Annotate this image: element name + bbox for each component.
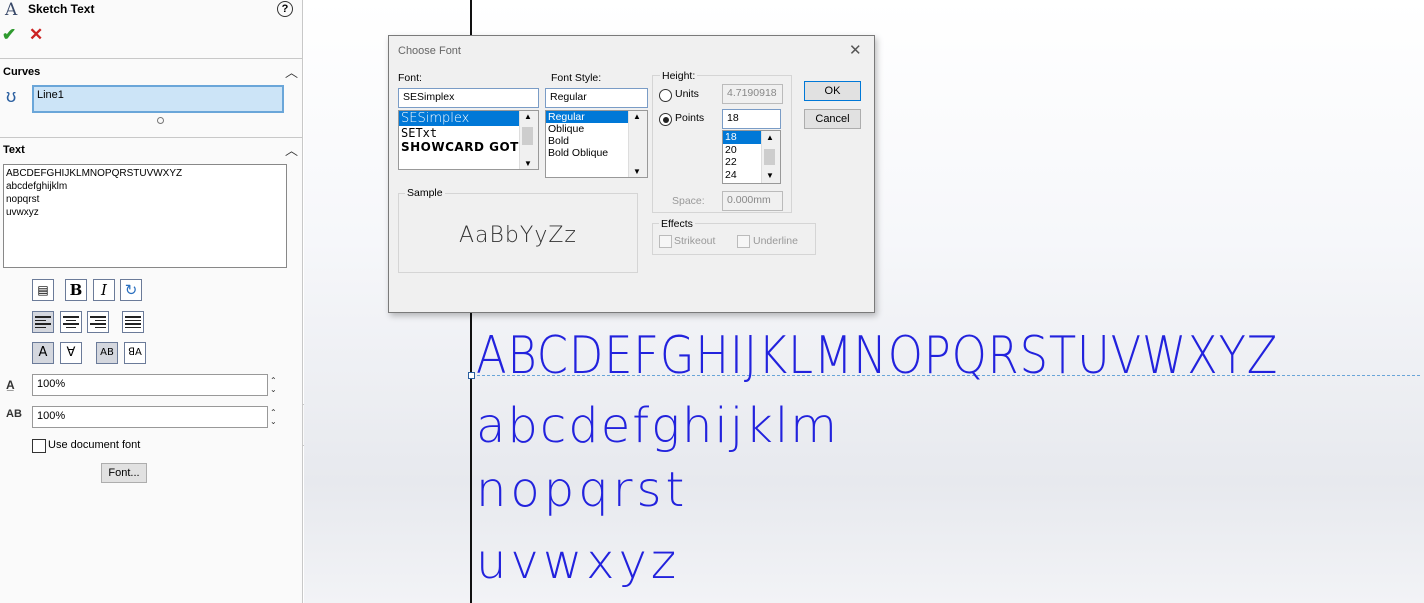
panel-title: Sketch Text bbox=[28, 2, 95, 16]
spacing-icon: AB bbox=[6, 408, 22, 420]
points-input[interactable]: 18 bbox=[722, 109, 781, 129]
choose-font-dialog: Choose Font ✕ Font: SESimplex SESimplex … bbox=[388, 35, 875, 313]
list-item[interactable]: Regular bbox=[546, 111, 628, 123]
points-list[interactable]: 18 20 22 24 ▲ ▼ bbox=[722, 130, 781, 184]
curves-selection-item[interactable]: Line1 bbox=[37, 89, 64, 101]
width-factor-stepper[interactable]: ⌃ ⌄ bbox=[270, 376, 277, 394]
width-factor-input[interactable]: 100% bbox=[32, 374, 268, 396]
flip-vertical-mirror-button[interactable]: ∀ bbox=[60, 342, 82, 364]
space-label: Space: bbox=[672, 195, 705, 207]
sample-label: Sample bbox=[405, 187, 445, 199]
justify-button[interactable] bbox=[122, 311, 144, 333]
ok-button[interactable]: OK bbox=[804, 81, 861, 101]
cancel-x-icon[interactable]: ✕ bbox=[29, 25, 43, 45]
spacing-stepper[interactable]: ⌃ ⌄ bbox=[270, 408, 277, 426]
font-list[interactable]: SESimplex SETxt SHOWCARD GOTH ▲ ▼ bbox=[398, 110, 539, 170]
close-icon[interactable]: ✕ bbox=[849, 41, 862, 59]
text-line: ABCDEFGHIJKLMNOPQRSTUVWXYZ bbox=[6, 168, 183, 179]
style-list-scrollbar[interactable]: ▲ ▼ bbox=[628, 111, 647, 177]
property-manager-panel: A Sketch Text ? ✔ ✕ Curves ︿ ʊ Line1 Tex… bbox=[0, 0, 303, 603]
use-document-font-checkbox[interactable] bbox=[32, 439, 46, 453]
underline-checkbox[interactable] bbox=[737, 235, 750, 248]
points-list-scrollbar[interactable]: ▲ ▼ bbox=[761, 131, 780, 183]
canvas-text-line[interactable]: uvwxyz bbox=[476, 534, 680, 590]
spacing-input[interactable]: 100% bbox=[32, 406, 268, 428]
line-endpoint-handle[interactable] bbox=[468, 372, 475, 379]
text-line: uvwxyz bbox=[6, 207, 39, 218]
divider bbox=[0, 58, 302, 59]
cancel-button[interactable]: Cancel bbox=[804, 109, 861, 129]
insert-link-button[interactable]: ▤ bbox=[32, 279, 54, 301]
resize-grip-icon[interactable] bbox=[157, 117, 164, 124]
bold-button[interactable]: B bbox=[65, 279, 87, 301]
curves-section-title: Curves bbox=[3, 66, 41, 78]
text-section-title: Text bbox=[3, 144, 25, 156]
strikeout-checkbox[interactable] bbox=[659, 235, 672, 248]
canvas-text-line[interactable]: abcdefghijklm bbox=[476, 398, 839, 454]
height-label: Height: bbox=[660, 70, 698, 82]
canvas-text-line[interactable]: ABCDEFGHIJKLMNOPQRSTUVWXYZ bbox=[476, 326, 1278, 386]
italic-button[interactable]: I bbox=[93, 279, 115, 301]
text-line: abcdefghijklm bbox=[6, 181, 68, 192]
font-name-input[interactable]: SESimplex bbox=[398, 88, 539, 108]
underline-label: Underline bbox=[753, 235, 798, 247]
spacing-value: 100% bbox=[37, 410, 66, 422]
flip-vertical-button[interactable]: A bbox=[32, 342, 54, 364]
space-input[interactable]: 0.000mm bbox=[722, 191, 783, 211]
curve-icon: ʊ bbox=[6, 86, 17, 106]
units-label: Units bbox=[675, 88, 699, 100]
collapse-chevron-icon[interactable]: ︿ bbox=[285, 62, 298, 81]
list-item[interactable]: SESimplex bbox=[399, 111, 519, 126]
font-list-scrollbar[interactable]: ▲ ▼ bbox=[519, 111, 538, 169]
list-item[interactable]: SHOWCARD GOTH bbox=[399, 140, 538, 154]
font-style-label: Font Style: bbox=[551, 72, 602, 84]
canvas-text-line[interactable]: nopqrst bbox=[476, 462, 688, 518]
flip-horizontal-button[interactable]: AB bbox=[96, 342, 118, 364]
help-icon[interactable]: ? bbox=[277, 1, 293, 17]
units-radio[interactable] bbox=[659, 89, 672, 102]
align-left-button[interactable] bbox=[32, 311, 54, 333]
width-factor-icon: A̲ bbox=[6, 378, 15, 392]
curves-selection-box[interactable]: Line1 bbox=[32, 85, 284, 113]
sample-text: AaBbYyZz bbox=[459, 223, 577, 248]
points-label: Points bbox=[675, 112, 705, 124]
rotate-button[interactable]: ↻ bbox=[120, 279, 142, 301]
use-document-font-label: Use document font bbox=[48, 439, 141, 451]
font-style-input[interactable]: Regular bbox=[545, 88, 648, 108]
align-right-button[interactable] bbox=[87, 311, 109, 333]
align-center-button[interactable] bbox=[60, 311, 82, 333]
points-radio[interactable] bbox=[659, 113, 672, 126]
flip-horizontal-mirror-button[interactable]: ꓭA bbox=[124, 342, 146, 364]
effects-label: Effects bbox=[659, 218, 695, 230]
text-line: nopqrst bbox=[6, 194, 40, 205]
width-factor-value: 100% bbox=[37, 378, 66, 390]
ok-check-icon[interactable]: ✔ bbox=[2, 25, 16, 45]
dialog-title: Choose Font bbox=[398, 45, 461, 57]
sketch-text-input[interactable]: ABCDEFGHIJKLMNOPQRSTUVWXYZ abcdefghijklm… bbox=[3, 164, 287, 268]
units-input[interactable]: 4.7190918 bbox=[722, 84, 783, 104]
sketch-text-icon: A bbox=[5, 0, 18, 20]
list-item[interactable]: SETxt bbox=[399, 126, 538, 140]
strikeout-label: Strikeout bbox=[674, 235, 716, 247]
list-item[interactable]: 18 bbox=[723, 131, 761, 144]
font-style-list[interactable]: Regular Oblique Bold Bold Oblique ▲ ▼ bbox=[545, 110, 648, 178]
divider bbox=[0, 137, 302, 138]
font-label: Font: bbox=[398, 72, 422, 84]
collapse-chevron-icon[interactable]: ︿ bbox=[285, 140, 298, 159]
font-button[interactable]: Font... bbox=[101, 463, 147, 483]
